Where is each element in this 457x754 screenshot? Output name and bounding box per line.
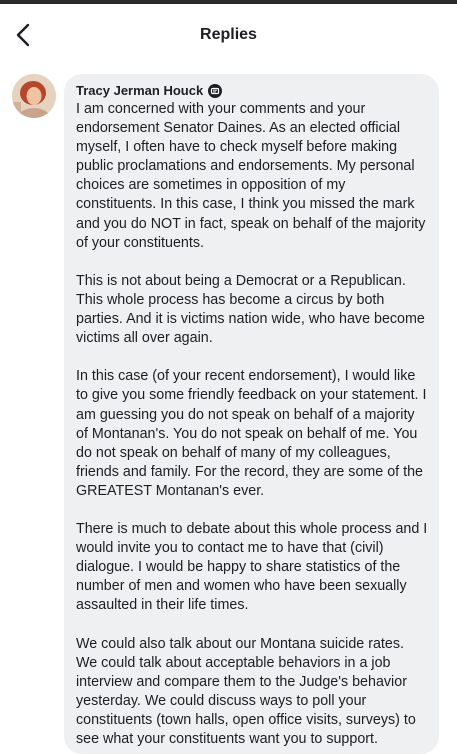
comment-author-name[interactable]: Tracy Jerman Houck [76, 83, 203, 98]
comment-text: I am concerned with your comments and yo… [76, 100, 429, 749]
comment-paragraph: This is not about being a Democrat or a … [76, 272, 425, 347]
avatar[interactable] [12, 74, 56, 118]
replies-header: Replies [0, 4, 457, 64]
comment-paragraph: In this case (of your recent endorsement… [76, 368, 427, 499]
comment-author-row: Tracy Jerman Houck [76, 82, 429, 99]
comment-paragraph: There is much to debate about this whole… [76, 521, 428, 614]
page-title: Replies [200, 26, 257, 43]
comment-paragraph: I am concerned with your comments and yo… [76, 101, 426, 251]
avatar-photo [12, 74, 56, 118]
comment-paragraph: We could also talk about our Montana sui… [76, 635, 416, 748]
profile-badge-icon [208, 83, 223, 98]
comment-bubble: Tracy Jerman Houck I am concerned with y… [64, 74, 439, 754]
